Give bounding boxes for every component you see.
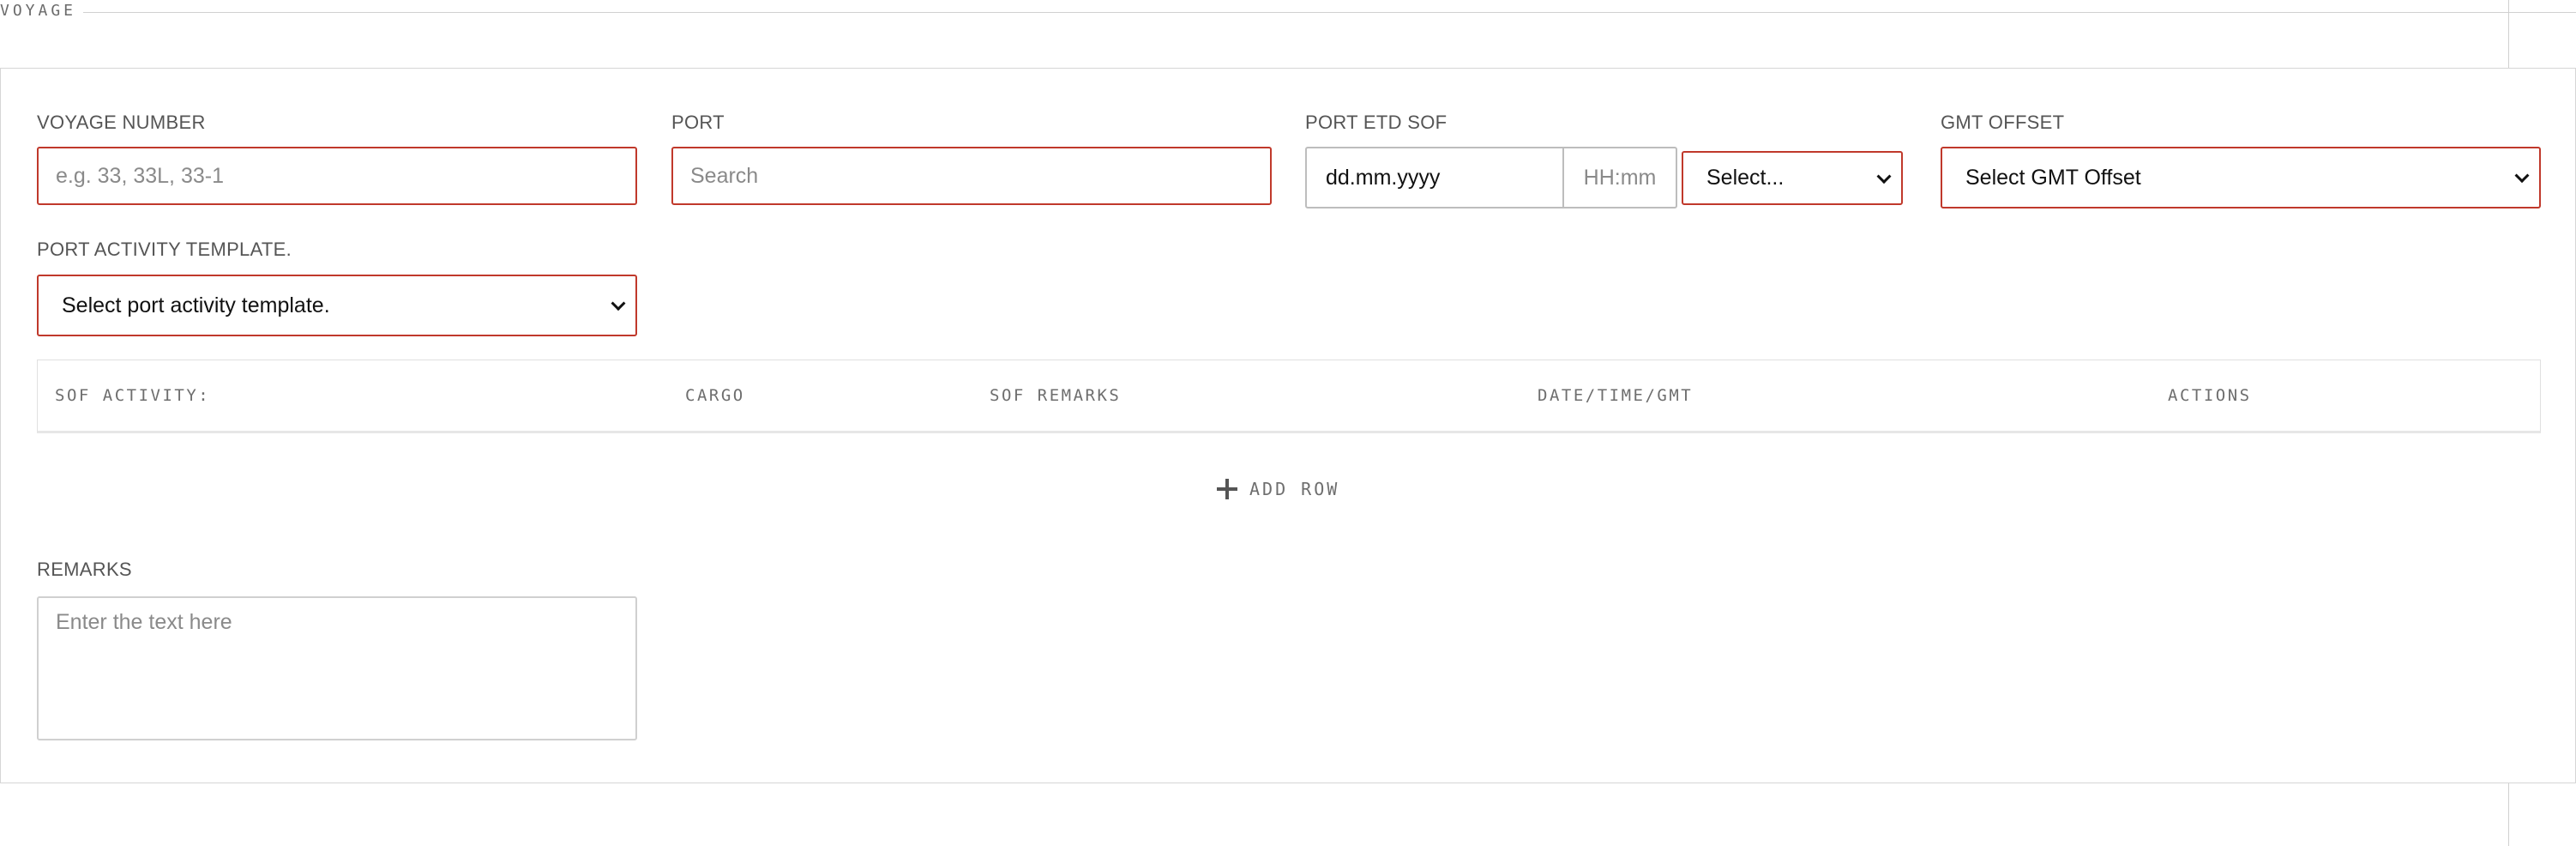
add-row-button[interactable]: ADD ROW (1217, 472, 1339, 506)
column-sof-activity: SOF ACTIVITY: (55, 386, 211, 405)
voyage-form-panel: VOYAGE NUMBER e.g. 33, 33L, 33-1 PORT Se… (0, 68, 2576, 783)
port-etd-date-input[interactable]: dd.mm.yyyy (1307, 148, 1564, 207)
remarks-textarea[interactable]: Enter the text here (37, 596, 637, 740)
port-etd-time-input[interactable]: HH:mm (1564, 148, 1676, 207)
remarks-placeholder: Enter the text here (56, 610, 232, 634)
vertical-divider-top (2508, 0, 2509, 69)
port-activity-template-select[interactable]: Select port activity template. (37, 275, 637, 336)
gmt-offset-select[interactable]: Select GMT Offset (1941, 147, 2541, 208)
port-activity-template-label: PORT ACTIVITY TEMPLATE. (37, 239, 292, 260)
port-label: PORT (671, 112, 725, 133)
chevron-down-icon (1876, 168, 1892, 184)
remarks-label: REMARKS (37, 559, 132, 580)
sof-table-header: SOF ACTIVITY: CARGO SOF REMARKS DATE/TIM… (37, 360, 2541, 433)
port-etd-datetime-group: dd.mm.yyyy HH:mm (1305, 147, 1677, 208)
plus-icon (1217, 479, 1237, 499)
port-etd-type-value: Select... (1706, 166, 1785, 190)
port-activity-template-value: Select port activity template. (62, 293, 330, 317)
port-etd-type-select[interactable]: Select... (1682, 151, 1903, 205)
voyage-number-input[interactable]: e.g. 33, 33L, 33-1 (37, 147, 637, 205)
chevron-down-icon (611, 296, 626, 311)
port-search-placeholder: Search (690, 163, 759, 188)
column-actions: ACTIONS (2168, 386, 2252, 405)
column-cargo: CARGO (685, 386, 745, 405)
gmt-offset-value: Select GMT Offset (1965, 165, 2141, 190)
gmt-offset-label: GMT OFFSET (1941, 112, 2065, 133)
voyage-number-placeholder: e.g. 33, 33L, 33-1 (56, 163, 224, 188)
port-search-input[interactable]: Search (671, 147, 1272, 205)
port-etd-sof-label: PORT ETD SOF (1305, 112, 1447, 133)
voyage-number-label: VOYAGE NUMBER (37, 112, 206, 133)
section-divider (79, 12, 2576, 13)
add-row-label: ADD ROW (1249, 479, 1340, 499)
vertical-divider-bottom (2508, 783, 2509, 846)
port-etd-time-placeholder: HH:mm (1583, 165, 1657, 190)
column-date-time-gmt: DATE/TIME/GMT (1538, 386, 1694, 405)
section-title: VOYAGE (0, 2, 84, 20)
section-header: VOYAGE (0, 0, 2576, 26)
column-sof-remarks: SOF REMARKS (990, 386, 1122, 405)
port-etd-date-value: dd.mm.yyyy (1326, 165, 1441, 190)
chevron-down-icon (2514, 168, 2530, 184)
